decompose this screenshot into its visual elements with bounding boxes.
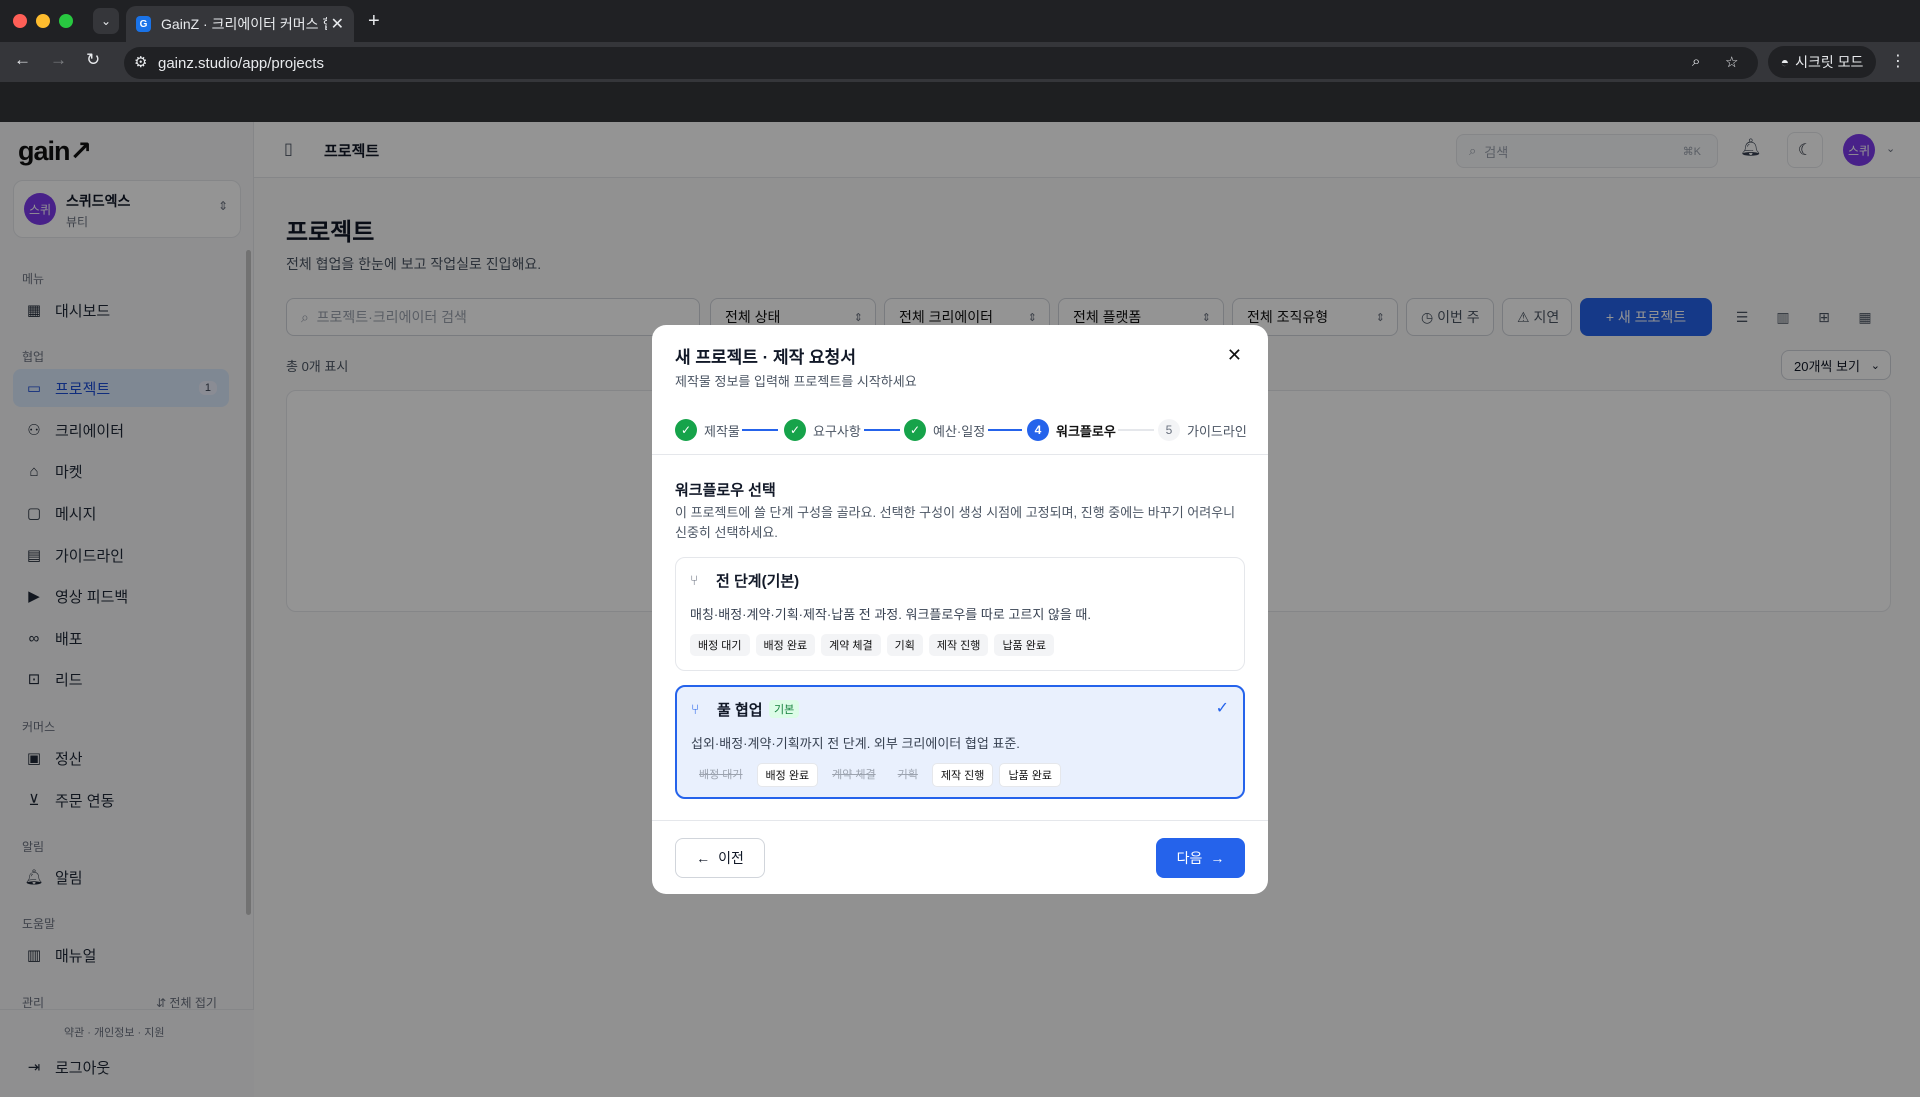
bookmark-star-icon[interactable]: ☆ xyxy=(1725,53,1738,71)
branch-icon: ⑂ xyxy=(690,572,699,588)
divider xyxy=(652,820,1268,821)
stage-chip: 배정 완료 xyxy=(756,763,819,787)
incognito-indicator[interactable]: ◓ 시크릿 모드 xyxy=(1768,46,1876,78)
workflow-option-full-stages[interactable]: ⑂ 전 단계(기본) 매칭·배정·계약·기획·제작·납품 전 과정. 워크플로우… xyxy=(675,557,1245,671)
incognito-icon: ◓ xyxy=(1780,54,1790,70)
check-icon: ✓ xyxy=(784,419,806,441)
previous-label: 이전 xyxy=(718,850,744,866)
maximize-window-button[interactable] xyxy=(59,14,73,28)
url-text: gainz.studio/app/projects xyxy=(158,54,324,72)
step-connector xyxy=(988,429,1022,431)
next-label: 다음 xyxy=(1176,850,1203,866)
new-project-modal: 새 프로젝트 · 제작 요청서 제작물 정보를 입력해 프로젝트를 시작하세요 … xyxy=(652,325,1268,894)
modal-title: 새 프로젝트 · 제작 요청서 xyxy=(675,348,856,367)
stage-chip: 계약 체결 xyxy=(821,634,881,656)
browser-tab-bar: ⌄ G GainZ · 크리에이터 커머스 협업 C ✕ + xyxy=(0,0,1920,42)
stage-chip-excluded: 기획 xyxy=(897,769,918,781)
stage-chip: 납품 완료 xyxy=(999,763,1061,787)
back-icon[interactable]: ← xyxy=(14,50,31,70)
option-name: 전 단계(기본) xyxy=(716,573,800,590)
section-description: 이 프로젝트에 쓸 단계 구성을 골라요. 선택한 구성이 생성 시점에 고정되… xyxy=(675,505,1236,540)
stage-chip: 제작 진행 xyxy=(928,634,989,656)
step-2[interactable]: ✓ 요구사항 xyxy=(784,419,861,441)
browser-toolbar: ← → ↻ ⚙ gainz.studio/app/projects ⌕ ☆ ◓ … xyxy=(0,42,1920,82)
forward-icon[interactable]: → xyxy=(50,50,67,70)
browser-window: ⌄ G GainZ · 크리에이터 커머스 협업 C ✕ + ← → ↻ ⚙ g… xyxy=(0,0,1920,1097)
section-title: 워크플로우 선택 xyxy=(675,482,776,499)
step-connector xyxy=(864,429,900,431)
step-number: 5 xyxy=(1158,419,1180,441)
arrow-right-icon: → xyxy=(1210,850,1225,866)
chevron-down-icon: ⌄ xyxy=(100,14,112,28)
step-3[interactable]: ✓ 예산·일정 xyxy=(904,419,985,441)
stage-chip: 배정 대기 xyxy=(690,634,750,656)
workflow-option-full-collab[interactable]: ⑂ 풀 협업 기본 ✓ 섭외·배정·계약·기획까지 전 단계. 외부 크리에이터… xyxy=(675,685,1245,799)
reload-icon[interactable]: ↻ xyxy=(86,50,100,70)
arrow-left-icon: ← xyxy=(696,850,711,866)
close-tab-icon[interactable]: ✕ xyxy=(331,14,344,34)
stage-chips: 배정 대기 배정 완료 계약 체결 기획 제작 진행 납품 완료 xyxy=(690,634,1054,656)
stage-chip: 제작 진행 xyxy=(931,763,994,787)
close-icon[interactable]: ✕ xyxy=(1227,345,1242,366)
minimize-window-button[interactable] xyxy=(36,14,50,28)
stage-chip-excluded: 계약 체결 xyxy=(832,769,876,781)
option-name: 풀 협업 xyxy=(717,702,763,719)
step-label: 가이드라인 xyxy=(1187,423,1247,439)
zoom-icon[interactable]: ⌕ xyxy=(1692,53,1700,70)
step-5[interactable]: 5 가이드라인 xyxy=(1158,419,1247,441)
new-tab-button[interactable]: + xyxy=(368,10,380,33)
incognito-label: 시크릿 모드 xyxy=(1795,54,1864,70)
step-label: 예산·일정 xyxy=(933,423,986,439)
stage-chip-excluded: 배정 대기 xyxy=(699,769,743,781)
step-connector xyxy=(1118,429,1154,431)
next-button[interactable]: 다음 → xyxy=(1156,838,1245,878)
site-info-icon[interactable]: ⚙ xyxy=(134,53,147,71)
stage-chips: 배정 대기 배정 완료 계약 체결 기획 제작 진행 납품 완료 xyxy=(691,763,1061,787)
check-icon: ✓ xyxy=(1215,700,1229,717)
divider xyxy=(652,454,1268,455)
modal-subtitle: 제작물 정보를 입력해 프로젝트를 시작하세요 xyxy=(675,374,917,389)
browser-menu-icon[interactable]: ⋮ xyxy=(1890,51,1906,71)
option-description: 섭외·배정·계약·기획까지 전 단계. 외부 크리에이터 협업 표준. xyxy=(691,736,1020,751)
stage-chip: 납품 완료 xyxy=(994,634,1054,656)
stage-chip: 배정 완료 xyxy=(755,634,816,656)
option-description: 매칭·배정·계약·기획·제작·납품 전 과정. 워크플로우를 따로 고르지 않을… xyxy=(690,607,1091,622)
tab-search-button[interactable]: ⌄ xyxy=(93,8,119,34)
step-connector xyxy=(742,429,778,431)
address-bar[interactable]: ⚙ gainz.studio/app/projects ⌕ ☆ xyxy=(124,47,1758,79)
step-label: 요구사항 xyxy=(813,423,861,439)
previous-button[interactable]: ← 이전 xyxy=(675,838,765,878)
step-1[interactable]: ✓ 제작물 xyxy=(675,419,740,441)
browser-tab[interactable]: G GainZ · 크리에이터 커머스 협업 C ✕ xyxy=(126,6,354,42)
tab-title: GainZ · 크리에이터 커머스 협업 C xyxy=(161,16,327,32)
favicon-icon: G xyxy=(136,16,152,32)
step-label: 제작물 xyxy=(704,423,740,439)
stage-chip: 기획 xyxy=(886,634,923,656)
check-icon: ✓ xyxy=(675,419,697,441)
close-window-button[interactable] xyxy=(13,14,27,28)
default-badge: 기본 xyxy=(769,700,800,718)
check-icon: ✓ xyxy=(904,419,926,441)
step-4-current[interactable]: 4 워크플로우 xyxy=(1027,419,1116,441)
branch-icon: ⑂ xyxy=(691,701,700,717)
step-label: 워크플로우 xyxy=(1056,423,1116,439)
step-number: 4 xyxy=(1027,419,1049,441)
